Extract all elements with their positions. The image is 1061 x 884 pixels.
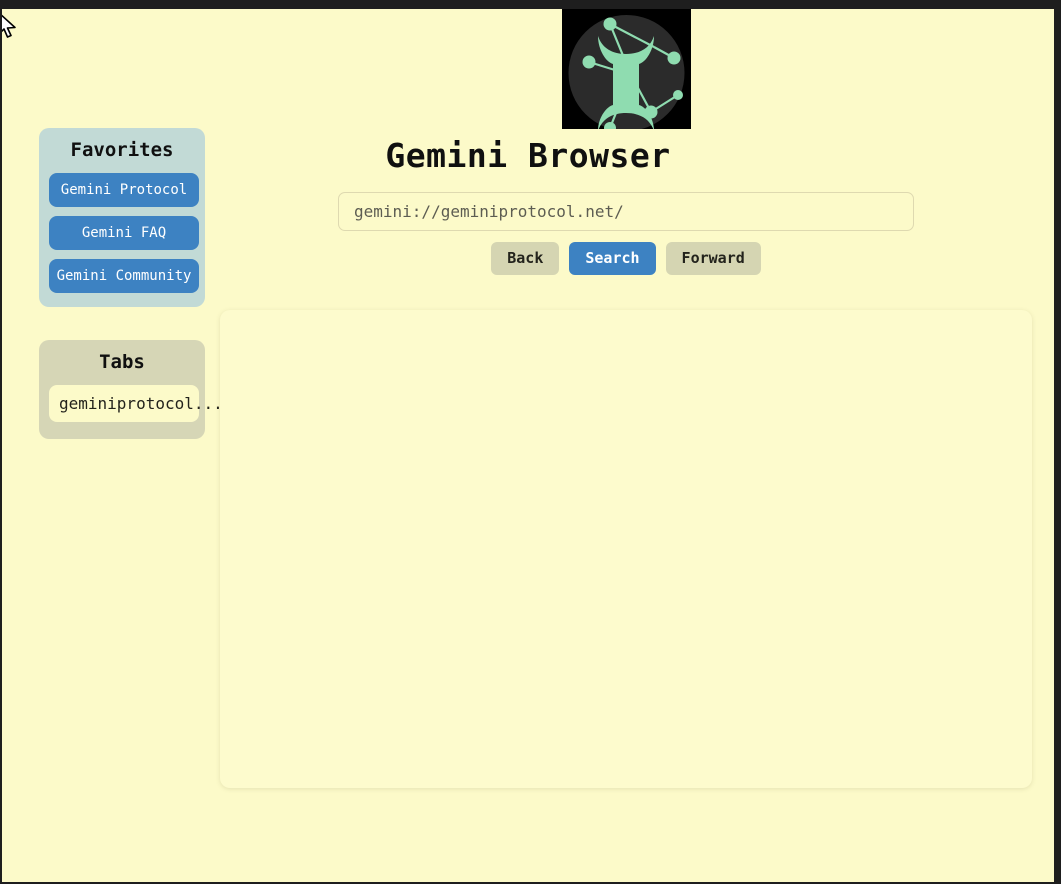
favorite-item-gemini-protocol[interactable]: Gemini Protocol — [49, 172, 199, 207]
favorite-item-gemini-community[interactable]: Gemini Community — [49, 258, 199, 293]
tabs-list: geminiprotocol... — [49, 384, 223, 425]
tab-item-geminiprotocol[interactable]: geminiprotocol... — [49, 384, 223, 422]
tabs-panel-title: Tabs — [99, 351, 145, 373]
back-button[interactable]: Back — [491, 242, 560, 275]
browser-window: Gemini Browser Back Search Forward Favor… — [0, 0, 1061, 884]
favorite-item-gemini-faq[interactable]: Gemini FAQ — [49, 215, 199, 250]
tabs-panel: Tabs geminiprotocol... — [39, 340, 223, 439]
window-titlebar — [0, 0, 1061, 9]
favorites-panel: Favorites Gemini Protocol Gemini FAQ Gem… — [39, 128, 205, 307]
favorites-panel-title: Favorites — [70, 139, 174, 161]
address-bar-input[interactable] — [338, 192, 914, 231]
content-panel — [220, 310, 1032, 788]
gemini-constellation-logo-icon — [562, 9, 691, 129]
navigation-button-row: Back Search Forward — [338, 242, 914, 275]
search-button[interactable]: Search — [569, 242, 656, 275]
page-body: Gemini Browser Back Search Forward Favor… — [2, 9, 1054, 882]
mouse-cursor-arrow-icon — [2, 14, 16, 38]
forward-button[interactable]: Forward — [665, 242, 761, 275]
